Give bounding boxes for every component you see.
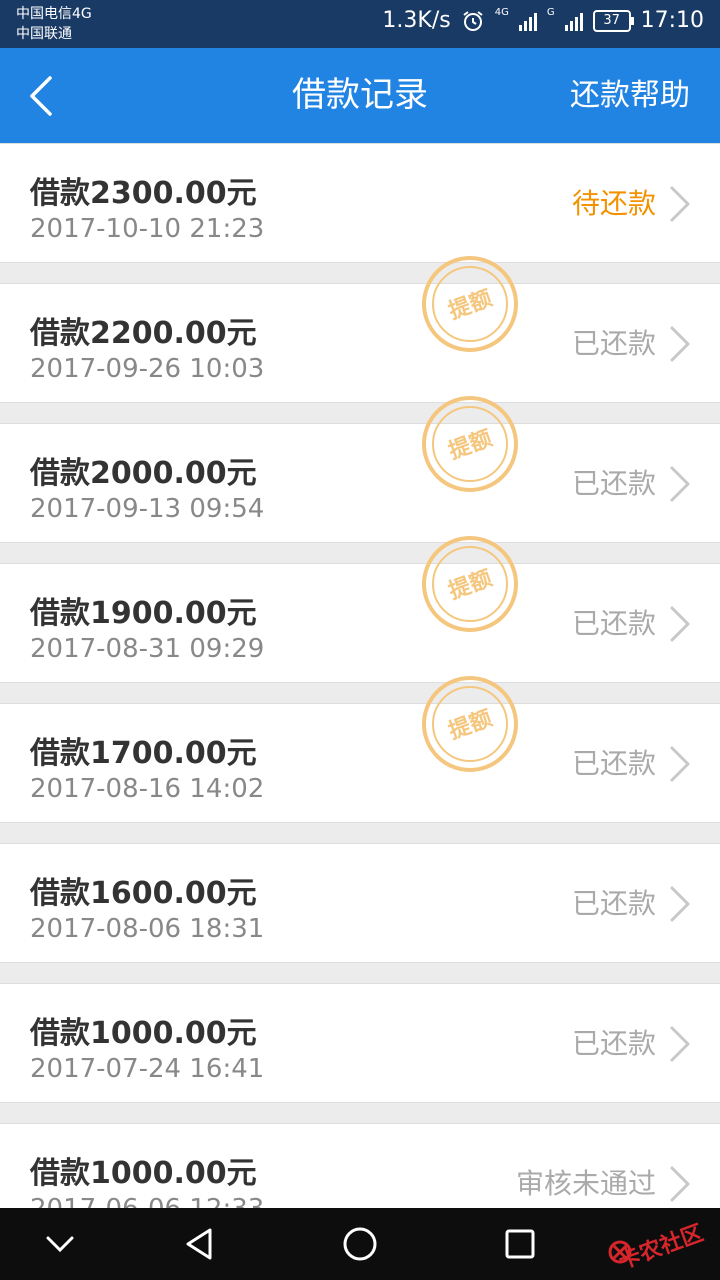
chevron-right-icon xyxy=(670,326,690,362)
credit-increase-stamp-icon: 提额 xyxy=(422,396,518,492)
svg-text:提额: 提额 xyxy=(445,285,495,324)
loan-amount: 借款2000.00元 xyxy=(30,456,257,491)
loan-record-item[interactable]: 提额借款1700.00元 2017-08-16 14:02 已还款 xyxy=(0,676,720,823)
carrier-1: 中国电信4G xyxy=(16,6,92,22)
credit-increase-stamp-icon: 提额 xyxy=(422,676,518,772)
chevron-right-icon xyxy=(670,466,690,502)
loan-status: 已还款 xyxy=(571,467,656,500)
chevron-right-icon xyxy=(670,186,690,222)
loan-amount: 借款1000.00元 xyxy=(30,1156,257,1191)
battery-icon: 37 xyxy=(592,9,634,32)
signal-icon xyxy=(518,11,537,31)
watermark-logo: 卡农社区 xyxy=(608,1220,707,1274)
carrier-info: 中国电信4G 中国联通 xyxy=(16,4,92,44)
loan-record-item[interactable]: 借款1000.00元 2017-07-24 16:41 已还款 xyxy=(0,983,720,1103)
loan-amount: 借款2200.00元 xyxy=(30,316,257,351)
recents-icon[interactable] xyxy=(500,1224,540,1264)
repay-help-button[interactable]: 还款帮助 xyxy=(570,48,690,143)
loan-status: 待还款 xyxy=(571,187,656,220)
net-speed: 1.3K/s xyxy=(382,8,451,33)
status-bar: 中国电信4G 中国联通 1.3K/s 4G G 37 17:10 xyxy=(0,0,720,48)
loan-date: 2017-08-16 14:02 xyxy=(30,774,265,804)
loan-record-item[interactable]: 提额借款2000.00元 2017-09-13 09:54 已还款 xyxy=(0,396,720,543)
credit-increase-stamp-icon: 提额 xyxy=(422,536,518,632)
loan-record-item[interactable]: 借款2300.00元 2017-10-10 21:23 待还款 xyxy=(0,143,720,263)
signal-icon-2 xyxy=(564,11,583,31)
loan-amount: 借款1600.00元 xyxy=(30,876,257,911)
header-bar: 借款记录 还款帮助 xyxy=(0,48,720,143)
chevron-right-icon xyxy=(670,1166,690,1202)
loan-date: 2017-08-06 18:31 xyxy=(30,914,265,944)
svg-text:提额: 提额 xyxy=(445,425,495,464)
chevron-right-icon xyxy=(670,606,690,642)
collapse-icon[interactable] xyxy=(40,1224,80,1264)
loan-status: 已还款 xyxy=(571,1027,656,1060)
loan-status: 已还款 xyxy=(571,747,656,780)
network-type-1: 4G xyxy=(494,7,509,18)
loan-date: 2017-10-10 21:23 xyxy=(30,214,265,244)
loan-date: 2017-07-24 16:41 xyxy=(30,1054,265,1084)
loan-amount: 借款1000.00元 xyxy=(30,1016,257,1051)
loan-date: 2017-06-06 12:33 xyxy=(30,1194,264,1208)
loan-amount: 借款1700.00元 xyxy=(30,736,257,771)
loan-record-item[interactable]: 提额借款1900.00元 2017-08-31 09:29 已还款 xyxy=(0,536,720,683)
home-icon[interactable] xyxy=(340,1224,380,1264)
network-type-2: G xyxy=(546,7,555,18)
svg-text:提额: 提额 xyxy=(445,705,495,744)
loan-record-item[interactable]: 借款1600.00元 2017-08-06 18:31 已还款 xyxy=(0,843,720,963)
loan-record-item[interactable]: 提额借款2200.00元 2017-09-26 10:03 已还款 xyxy=(0,256,720,403)
back-nav-icon[interactable] xyxy=(180,1224,220,1264)
chevron-right-icon xyxy=(670,1026,690,1062)
svg-text:卡农社区: 卡农社区 xyxy=(615,1220,707,1274)
chevron-right-icon xyxy=(670,746,690,782)
loan-record-list: 借款2300.00元 2017-10-10 21:23 待还款 提额 借款2200.00… xyxy=(0,143,720,1208)
loan-status: 已还款 xyxy=(571,887,656,920)
loan-record-item[interactable]: 借款1000.00元 2017-06-06 12:33 审核未通过 xyxy=(0,1123,720,1208)
alarm-icon xyxy=(463,10,483,31)
system-nav-bar: 卡农社区 xyxy=(0,1208,720,1280)
loan-date: 2017-09-26 10:03 xyxy=(30,354,265,384)
carrier-2: 中国联通 xyxy=(16,26,72,42)
loan-status: 审核未通过 xyxy=(515,1167,656,1200)
loan-amount: 借款1900.00元 xyxy=(30,596,257,631)
clock: 17:10 xyxy=(640,8,704,33)
loan-status: 已还款 xyxy=(571,327,656,360)
loan-status: 已还款 xyxy=(571,607,656,640)
loan-date: 2017-09-13 09:54 xyxy=(30,494,265,524)
loan-amount: 借款2300.00元 xyxy=(30,176,257,211)
status-icons: 1.3K/s 4G G 37 17:10 xyxy=(382,7,704,34)
credit-increase-stamp-icon: 提额 xyxy=(422,256,518,352)
svg-text:提额: 提额 xyxy=(445,565,495,604)
loan-date: 2017-08-31 09:29 xyxy=(30,634,265,664)
chevron-right-icon xyxy=(670,886,690,922)
